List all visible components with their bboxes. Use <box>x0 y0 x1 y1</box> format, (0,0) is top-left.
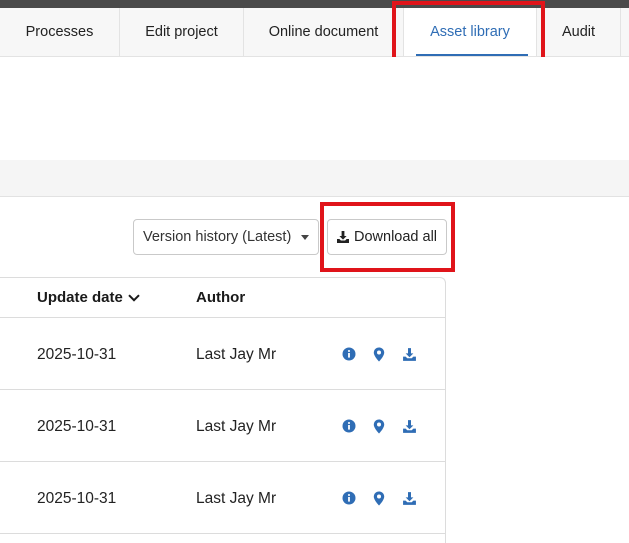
version-history-select[interactable]: Version history (Latest) <box>133 219 319 255</box>
table-row: 2025-10-31 Last Jay Mr <box>0 462 445 534</box>
update-date-cell: 2025-10-31 <box>37 418 117 435</box>
map-pin-icon[interactable] <box>371 418 387 434</box>
table-header: Update date Author <box>0 278 445 318</box>
download-icon[interactable] <box>401 418 417 434</box>
asset-table: Update date Author 2025-10-31 Last Jay M… <box>0 277 446 543</box>
tab-bar: Processes Edit project Online document A… <box>0 8 629 57</box>
info-icon[interactable] <box>341 418 357 434</box>
chevron-down-icon <box>128 293 140 302</box>
caret-down-icon <box>301 235 309 240</box>
info-icon[interactable] <box>341 346 357 362</box>
author-cell: Last Jay Mr <box>196 346 277 363</box>
tab-edit-project[interactable]: Edit project <box>120 8 244 56</box>
download-icon[interactable] <box>401 490 417 506</box>
download-all-button[interactable]: Download all <box>327 219 447 255</box>
page-header-space <box>0 57 629 160</box>
update-date-cell: 2025-10-31 <box>37 346 117 363</box>
card-toolbar: Version history (Latest) Download all <box>0 197 629 277</box>
author-cell: Last Jay Mr <box>196 490 277 507</box>
tab-online-document[interactable]: Online document <box>244 8 404 56</box>
author-cell: Last Jay Mr <box>196 418 277 435</box>
version-history-label: Version history (Latest) <box>143 229 292 245</box>
map-pin-icon[interactable] <box>371 490 387 506</box>
download-icon[interactable] <box>401 346 417 362</box>
column-header-update-date[interactable]: Update date <box>37 289 140 306</box>
tab-asset-library[interactable]: Asset library <box>404 8 537 56</box>
table-row: 2025-10-31 Last Jay Mr <box>0 318 445 390</box>
tab-audit[interactable]: Audit <box>537 8 621 56</box>
map-pin-icon[interactable] <box>371 346 387 362</box>
download-all-label: Download all <box>354 229 438 245</box>
info-icon[interactable] <box>341 490 357 506</box>
asset-card: Version history (Latest) Download all Up… <box>0 196 629 543</box>
update-date-cell: 2025-10-31 <box>37 490 117 507</box>
tab-processes[interactable]: Processes <box>0 8 120 56</box>
column-header-author: Author <box>196 289 246 306</box>
top-border <box>0 0 629 8</box>
table-row: 2025-10-31 Last Jay Mr <box>0 390 445 462</box>
download-icon <box>337 231 349 243</box>
